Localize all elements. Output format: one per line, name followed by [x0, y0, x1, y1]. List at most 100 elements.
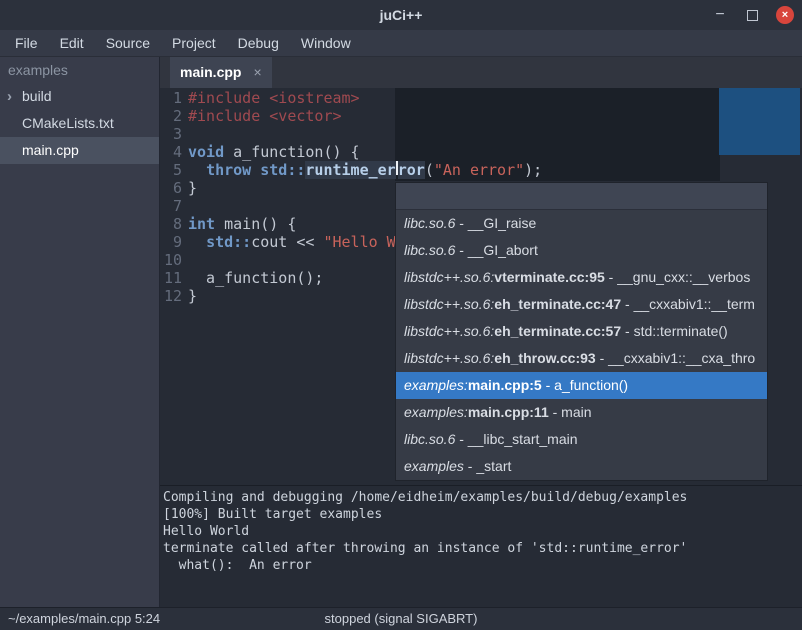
frame-location: vterminate.cc:95 — [494, 269, 605, 285]
frame-function: - a_function() — [542, 377, 628, 393]
code-token: ror — [398, 161, 425, 179]
sidebar-item-build[interactable]: › build — [0, 83, 159, 110]
code-token: std:: — [260, 161, 305, 179]
statusbar: ~/examples/main.cpp 5:24 stopped (signal… — [0, 607, 802, 630]
line-number: 9 — [160, 233, 182, 251]
frame-module: examples: — [404, 404, 468, 420]
backtrace-list: libc.so.6 - __GI_raiselibc.so.6 - __GI_a… — [396, 210, 767, 480]
code-token: "Hello W — [323, 233, 395, 251]
menu-file[interactable]: File — [4, 30, 49, 56]
terminal-line: what(): An error — [163, 557, 802, 574]
editor[interactable]: 1 #include <iostream> 2 #include <vector> 34… — [160, 88, 802, 485]
frame-location: eh_terminate.cc:47 — [494, 296, 621, 312]
backtrace-item[interactable]: libstdc++.so.6:eh_terminate.cc:47 - __cx… — [396, 291, 767, 318]
close-button[interactable]: × — [776, 6, 794, 24]
sidebar-item-label: build — [22, 88, 52, 104]
code-line-5[interactable]: 5 throw std::runtime_error("An error"); — [160, 161, 802, 179]
code-token: a_function() { — [224, 143, 359, 161]
code-token — [188, 161, 206, 179]
backtrace-item[interactable]: examples:main.cpp:11 - main — [396, 399, 767, 426]
code-token: #include <iostream> — [188, 89, 360, 107]
frame-function: - __cxxabiv1::__term — [621, 296, 755, 312]
expander-icon[interactable]: › — [7, 83, 12, 110]
line-number: 1 — [160, 89, 182, 107]
code-token: a_function(); — [188, 269, 323, 287]
menu-edit[interactable]: Edit — [49, 30, 95, 56]
code-token: #include <vector> — [188, 107, 342, 125]
frame-module: libc.so.6 — [404, 431, 455, 447]
frame-function: - __libc_start_main — [455, 431, 577, 447]
window-controls: − × — [711, 0, 794, 30]
frame-function: - _start — [464, 458, 511, 474]
tabbar: main.cpp× — [160, 57, 802, 88]
frame-module: examples — [404, 458, 464, 474]
sidebar-item-label: CMakeLists.txt — [22, 115, 114, 131]
code-token: ( — [425, 161, 434, 179]
tab-main-cpp[interactable]: main.cpp× — [170, 57, 272, 88]
sidebar-item-label: main.cpp — [22, 142, 79, 158]
backtrace-item[interactable]: libstdc++.so.6:eh_throw.cc:93 - __cxxabi… — [396, 345, 767, 372]
code-line-4[interactable]: 4void a_function() { — [160, 143, 802, 161]
project-header: examples — [0, 57, 159, 83]
frame-location: eh_throw.cc:93 — [494, 350, 595, 366]
backtrace-filter-entry[interactable] — [396, 183, 767, 210]
frame-function: - __cxxabiv1::__cxa_thro — [596, 350, 756, 366]
terminal-output[interactable]: Compiling and debugging /home/eidheim/ex… — [160, 485, 802, 607]
line-number: 7 — [160, 197, 182, 215]
code-token: void — [188, 143, 224, 161]
backtrace-item[interactable]: libc.so.6 - __libc_start_main — [396, 426, 767, 453]
frame-location: main.cpp:5 — [468, 377, 542, 393]
code-token: } — [188, 287, 197, 305]
line-number: 12 — [160, 287, 182, 305]
frame-module: examples: — [404, 377, 468, 393]
line-number: 11 — [160, 269, 182, 287]
code-line-3[interactable]: 3 — [160, 125, 802, 143]
code-line-2[interactable]: 2 #include <vector> — [160, 107, 802, 125]
code-token — [188, 233, 206, 251]
minimize-button[interactable]: − — [711, 0, 729, 30]
menubar-items: FileEditSourceProjectDebugWindow — [0, 30, 802, 57]
terminal-line: terminate called after throwing an insta… — [163, 540, 802, 557]
code-token: } — [188, 179, 197, 197]
line-number: 6 — [160, 179, 182, 197]
sidebar: examples › build CMakeLists.txt main.cpp — [0, 57, 160, 607]
backtrace-item[interactable]: libc.so.6 - __GI_abort — [396, 237, 767, 264]
code-token: int — [188, 215, 215, 233]
sidebar-item-main-cpp[interactable]: main.cpp — [0, 137, 159, 164]
backtrace-item[interactable]: examples - _start — [396, 453, 767, 480]
frame-function: - __gnu_cxx::__verbos — [605, 269, 751, 285]
code-token: throw — [206, 161, 251, 179]
line-number: 8 — [160, 215, 182, 233]
menu-project[interactable]: Project — [161, 30, 227, 56]
frame-module: libstdc++.so.6: — [404, 296, 494, 312]
sidebar-item-cmakelists-txt[interactable]: CMakeLists.txt — [0, 110, 159, 137]
code-line-1[interactable]: 1 #include <iostream> — [160, 89, 802, 107]
code-token: runtime_er — [305, 161, 395, 179]
line-number: 5 — [160, 161, 182, 179]
frame-location: main.cpp:11 — [468, 404, 549, 420]
menu-window[interactable]: Window — [290, 30, 362, 56]
code-token: std:: — [206, 233, 251, 251]
terminal-line: [100%] Built target examples — [163, 506, 802, 523]
restore-button[interactable] — [747, 10, 758, 21]
menu-debug[interactable]: Debug — [227, 30, 290, 56]
window-title: juCi++ — [0, 0, 802, 30]
frame-module: libstdc++.so.6: — [404, 323, 494, 339]
tab-close-icon[interactable]: × — [253, 64, 261, 80]
backtrace-item[interactable]: libc.so.6 - __GI_raise — [396, 210, 767, 237]
backtrace-item[interactable]: libstdc++.so.6:eh_terminate.cc:57 - std:… — [396, 318, 767, 345]
frame-module: libstdc++.so.6: — [404, 350, 494, 366]
backtrace-item[interactable]: examples:main.cpp:5 - a_function() — [396, 372, 767, 399]
line-number: 2 — [160, 107, 182, 125]
backtrace-item[interactable]: libstdc++.so.6:vterminate.cc:95 - __gnu_… — [396, 264, 767, 291]
frame-location: eh_terminate.cc:57 — [494, 323, 621, 339]
line-number: 3 — [160, 125, 182, 143]
frame-function: - main — [549, 404, 592, 420]
frame-module: libc.so.6 — [404, 215, 455, 231]
frame-function: - __GI_abort — [455, 242, 538, 258]
line-number: 10 — [160, 251, 182, 269]
code-token: cout << — [251, 233, 323, 251]
menu-source[interactable]: Source — [95, 30, 161, 56]
file-tree: › build CMakeLists.txt main.cpp — [0, 83, 159, 164]
terminal-line: Compiling and debugging /home/eidheim/ex… — [163, 489, 802, 506]
